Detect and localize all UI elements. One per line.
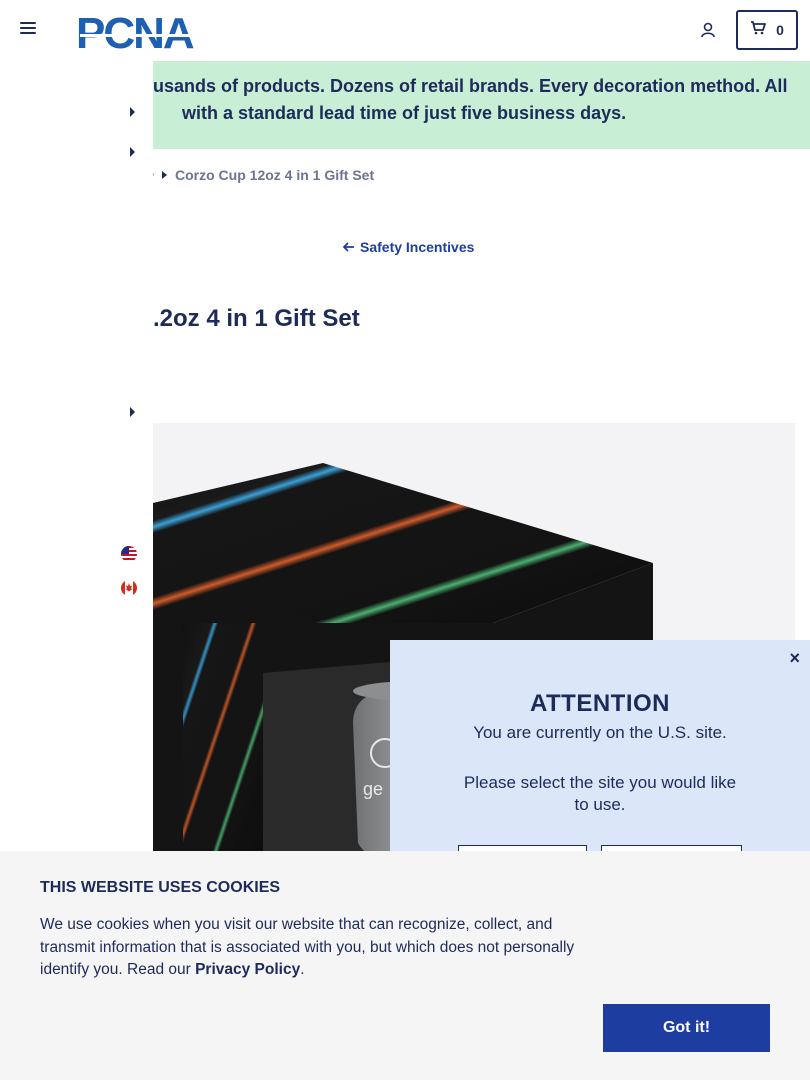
cart-icon — [750, 20, 766, 40]
us-flag-icon[interactable] — [121, 546, 137, 562]
breadcrumb: Corzo Cup 12oz 4 in 1 Gift Set — [151, 167, 375, 183]
cookie-banner: THIS WEBSITE USES COOKIES We use cookies… — [0, 851, 810, 1080]
modal-prompt: Please select the site you would like to… — [463, 773, 737, 814]
modal-heading: ATTENTION — [529, 690, 671, 717]
caret-right-icon[interactable] — [130, 107, 135, 117]
banner-line-2: with a standard lead time of just five b… — [182, 103, 627, 123]
caret-right-icon[interactable] — [130, 407, 135, 417]
modal-message: You are currently on the U.S. site. — [473, 723, 727, 742]
logo-text: PCNA — [76, 10, 194, 52]
privacy-policy-link[interactable]: Privacy Policy — [195, 961, 300, 978]
cookie-body-end: . — [300, 961, 305, 978]
cookie-body: We use cookies when you visit our websit… — [40, 916, 575, 978]
cookie-heading: THIS WEBSITE USES COOKIES — [40, 879, 281, 896]
pcna-logo[interactable]: PCNA — [76, 9, 226, 58]
back-to-category-link[interactable]: Safety Incentives — [342, 239, 475, 255]
cup-logo-text: ge — [363, 779, 383, 799]
banner-line-1: usands of products. Dozens of retail bra… — [153, 76, 788, 96]
side-drawer — [0, 61, 153, 861]
got-it-button[interactable]: Got it! — [603, 1004, 770, 1052]
account-icon[interactable] — [700, 22, 716, 38]
arrow-left-icon — [342, 239, 355, 255]
breadcrumb-current: Corzo Cup 12oz 4 in 1 Gift Set — [175, 167, 375, 183]
cookie-text: We use cookies when you visit our websit… — [40, 914, 600, 982]
promo-banner: usands of products. Dozens of retail bra… — [153, 61, 810, 149]
menu-icon[interactable] — [20, 22, 36, 38]
caret-right-icon — [162, 171, 167, 179]
canada-flag-icon[interactable] — [121, 580, 137, 596]
product-title: .2oz 4 in 1 Gift Set — [153, 305, 360, 332]
close-icon[interactable]: × — [789, 648, 800, 669]
caret-right-icon[interactable] — [130, 147, 135, 157]
cart-button[interactable]: 0 — [736, 10, 798, 50]
back-link-label: Safety Incentives — [360, 239, 475, 255]
site-header: PCNA 0 — [0, 0, 810, 61]
cart-count: 0 — [776, 22, 784, 38]
